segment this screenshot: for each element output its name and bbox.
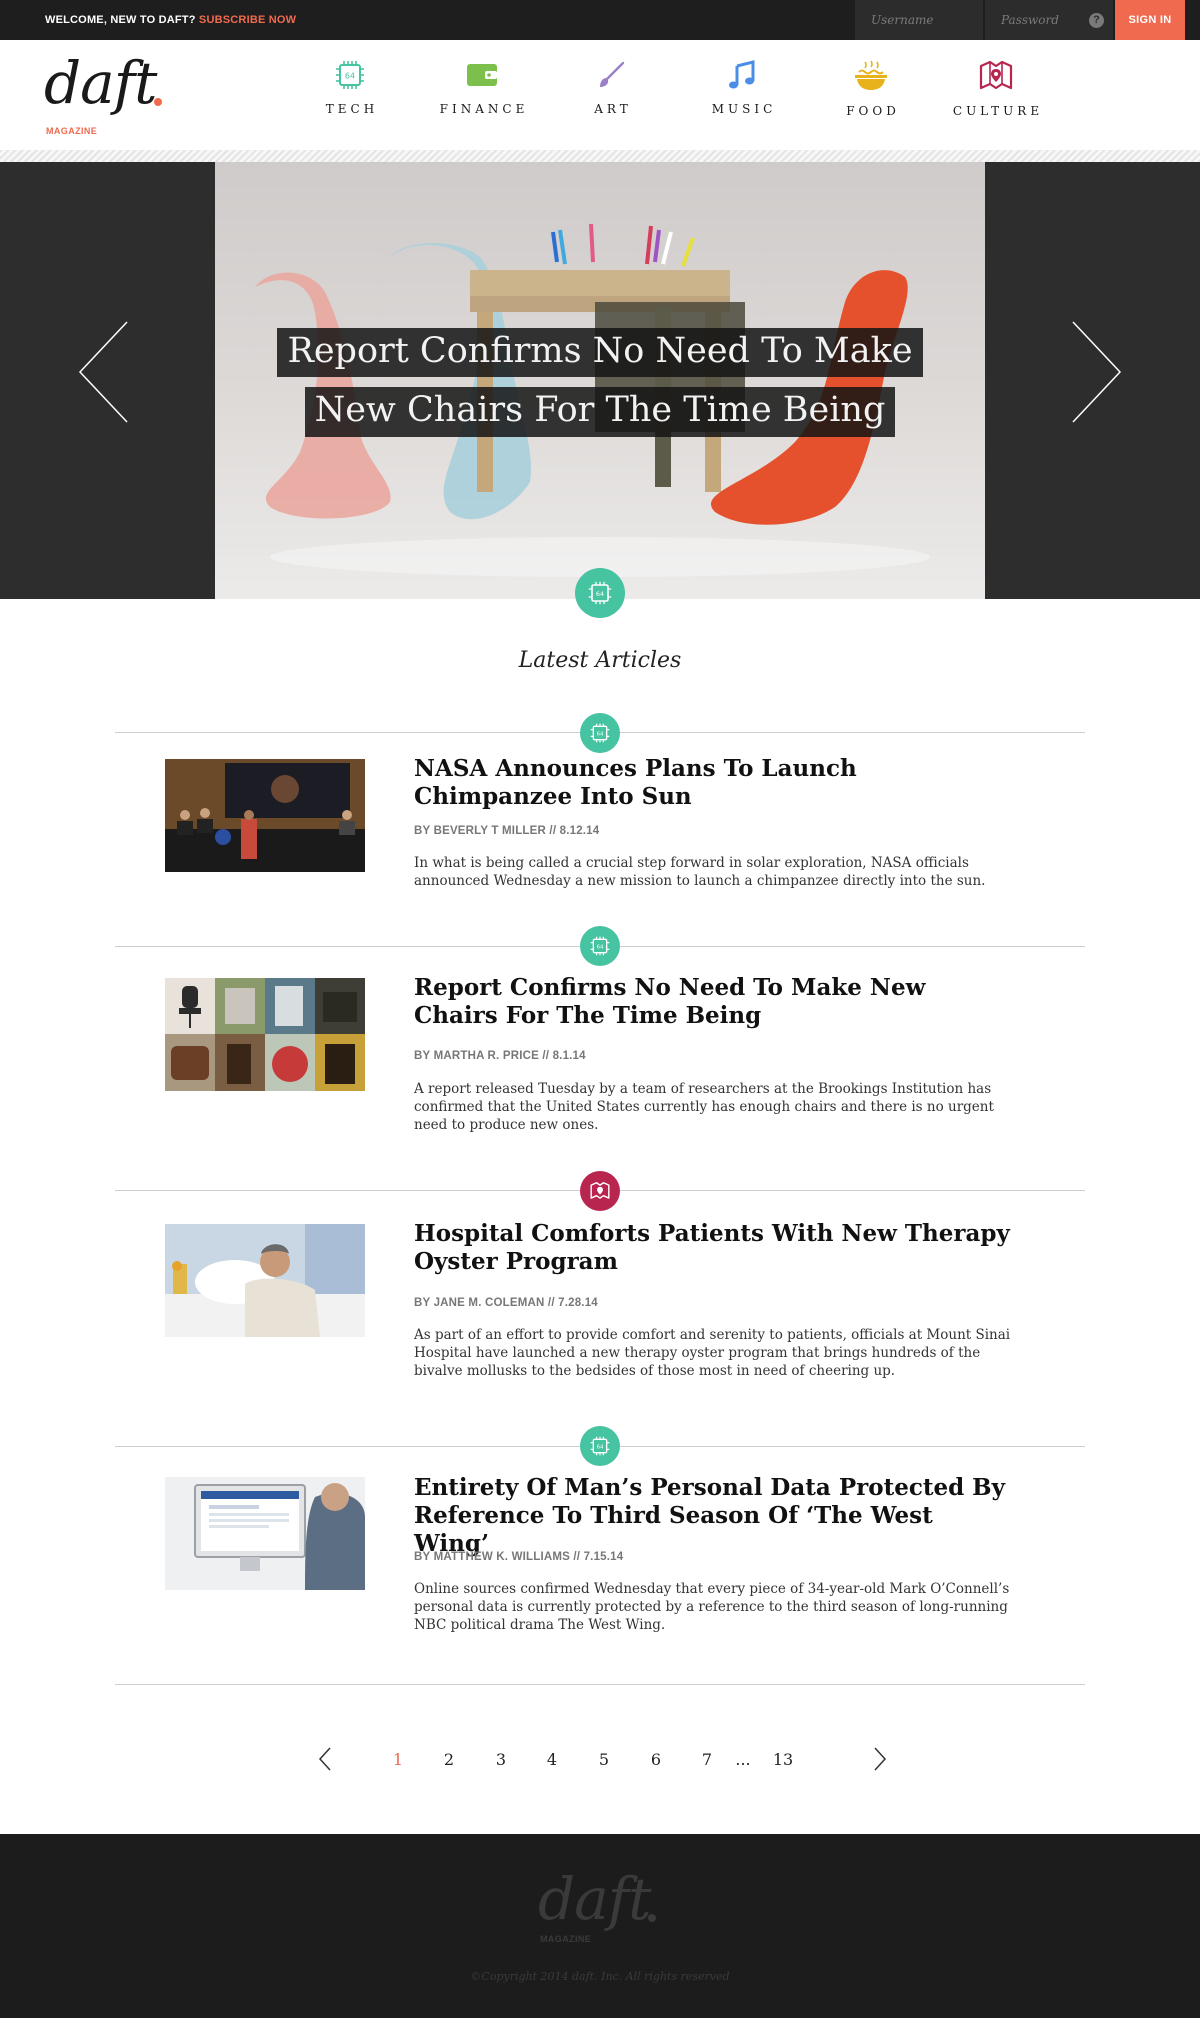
logo-dot	[154, 98, 162, 106]
footer-logo-dot	[648, 1914, 656, 1922]
hero-headline-line2: New Chairs For The Time Being	[304, 387, 896, 437]
chip-icon-label: 64	[597, 944, 604, 950]
article-title[interactable]: Report Confirms No Need To Make New Chai…	[414, 974, 1014, 1030]
article-category-badge: 64	[580, 713, 620, 753]
footer-logo-subtitle: MAGAZINE	[540, 1934, 592, 1944]
chip-icon-label: 64	[345, 72, 355, 81]
article-excerpt: In what is being called a crucial step f…	[414, 855, 986, 889]
username-input[interactable]	[855, 0, 983, 40]
article-title[interactable]: Hospital Comforts Patients With New Ther…	[414, 1220, 1014, 1276]
page-link-4[interactable]: 4	[537, 1750, 567, 1769]
page-link-3[interactable]: 3	[486, 1750, 516, 1769]
nasa-press-photo	[165, 759, 365, 872]
article-thumbnail[interactable]	[165, 1477, 365, 1590]
footer-logo[interactable]: daft MAGAZINE	[538, 1870, 668, 1944]
copyright-text: ©Copyright 2014 daft. Inc. All rights re…	[470, 1970, 730, 1983]
map-pin-icon	[590, 1182, 610, 1199]
page-link-5[interactable]: 5	[589, 1750, 619, 1769]
nav-label-food: FOOD	[846, 104, 900, 118]
page-link-6[interactable]: 6	[641, 1750, 671, 1769]
article-thumbnail[interactable]	[165, 978, 365, 1091]
hero-next-arrow-icon[interactable]	[1065, 317, 1125, 427]
music-note-icon	[729, 60, 755, 89]
article-excerpt: Online sources confirmed Wednesday that …	[414, 1581, 1010, 1633]
hero-slider: Report Confirms No Need To Make New Chai…	[0, 162, 1200, 599]
site-header: daft MAGAZINE 64 TECH FINANCE ART MUSIC …	[0, 40, 1200, 150]
hero-category-badge: 64	[575, 568, 625, 618]
nav-item-culture[interactable]: CULTURE	[941, 60, 1051, 140]
chairs-collage-photo	[165, 978, 365, 1091]
article-byline: BY MARTHA R. PRICE // 8.1.14	[414, 1050, 586, 1062]
logo-subtitle: MAGAZINE	[46, 126, 98, 136]
nav-item-tech[interactable]: 64 TECH	[295, 60, 405, 140]
article-excerpt: A report released Tuesday by a team of r…	[414, 1081, 994, 1133]
welcome-text: WELCOME, NEW TO DAFT?	[45, 14, 196, 26]
nav-label-music: MUSIC	[711, 102, 777, 116]
article-category-badge: 64	[580, 926, 620, 966]
nav-label-finance: FINANCE	[439, 102, 529, 116]
pagination-next-icon[interactable]	[870, 1745, 890, 1773]
chip-icon-label: 64	[597, 731, 604, 737]
articles-end-divider	[115, 1684, 1085, 1685]
subscribe-link[interactable]: SUBSCRIBE NOW	[199, 14, 296, 26]
article-excerpt: As part of an effort to provide comfort …	[414, 1327, 1011, 1379]
sign-in-button[interactable]: SIGN IN	[1115, 0, 1185, 40]
hospital-patient-photo	[165, 1224, 365, 1337]
nav-label-tech: TECH	[325, 102, 379, 116]
top-bar: WELCOME, NEW TO DAFT? SUBSCRIBE NOW ? SI…	[0, 0, 1200, 40]
password-help-icon[interactable]: ?	[1089, 13, 1104, 28]
noodle-bowl-icon	[855, 60, 887, 90]
hero-headline-line1: Report Confirms No Need To Make	[277, 328, 923, 378]
hero-prev-arrow-icon[interactable]	[75, 317, 135, 427]
article-byline: BY MATTHEW K. WILLIAMS // 7.15.14	[414, 1551, 624, 1563]
nav-item-art[interactable]: ART	[556, 60, 666, 140]
article-thumbnail[interactable]	[165, 1224, 365, 1337]
paintbrush-icon	[600, 61, 625, 87]
page-ellipsis: ...	[735, 1750, 751, 1769]
article-byline: BY JANE M. COLEMAN // 7.28.14	[414, 1297, 598, 1309]
latest-articles-heading: Latest Articles	[518, 648, 682, 673]
page-link-1[interactable]: 1	[383, 1750, 413, 1769]
page-link-13[interactable]: 13	[768, 1750, 798, 1769]
logo-wordmark: daft	[44, 49, 157, 117]
hero-headline[interactable]: Report Confirms No Need To Make New Chai…	[215, 328, 985, 447]
nav-item-food[interactable]: FOOD	[816, 60, 926, 140]
chip-icon: 64	[588, 581, 612, 605]
footer-logo-wordmark: daft	[538, 1865, 651, 1933]
page-link-7[interactable]: 7	[692, 1750, 722, 1769]
computer-user-photo	[165, 1477, 365, 1590]
article-thumbnail[interactable]	[165, 759, 365, 872]
map-pin-icon	[979, 60, 1013, 90]
nav-label-art: ART	[594, 102, 632, 116]
chip-icon: 64	[590, 723, 610, 743]
pagination-prev-icon[interactable]	[315, 1745, 335, 1773]
nav-item-finance[interactable]: FINANCE	[427, 60, 537, 140]
article-category-badge: 64	[580, 1426, 620, 1466]
article-byline: BY BEVERLY T MILLER // 8.12.14	[414, 825, 600, 837]
nav-label-culture: CULTURE	[952, 104, 1044, 118]
nav-item-music[interactable]: MUSIC	[687, 60, 797, 140]
site-footer: daft MAGAZINE ©Copyright 2014 daft. Inc.…	[0, 1834, 1200, 2018]
article-title[interactable]: Entirety Of Man’s Personal Data Protecte…	[414, 1474, 1014, 1558]
chip-icon: 64	[590, 936, 610, 956]
pagination: 1 2 3 4 5 6 7 ... 13	[300, 1745, 900, 1775]
wallet-icon	[467, 64, 497, 86]
chip-icon: 64	[590, 1436, 610, 1456]
chip-icon-label: 64	[596, 590, 604, 598]
article-title[interactable]: NASA Announces Plans To Launch Chimpanze…	[414, 755, 1014, 811]
site-logo[interactable]: daft MAGAZINE	[44, 54, 174, 136]
chip-icon: 64	[336, 61, 364, 89]
chip-icon-label: 64	[597, 1444, 604, 1450]
welcome-message: WELCOME, NEW TO DAFT? SUBSCRIBE NOW	[45, 14, 296, 26]
page-link-2[interactable]: 2	[434, 1750, 464, 1769]
article-category-badge	[580, 1171, 620, 1211]
header-stripe-divider	[0, 150, 1200, 162]
